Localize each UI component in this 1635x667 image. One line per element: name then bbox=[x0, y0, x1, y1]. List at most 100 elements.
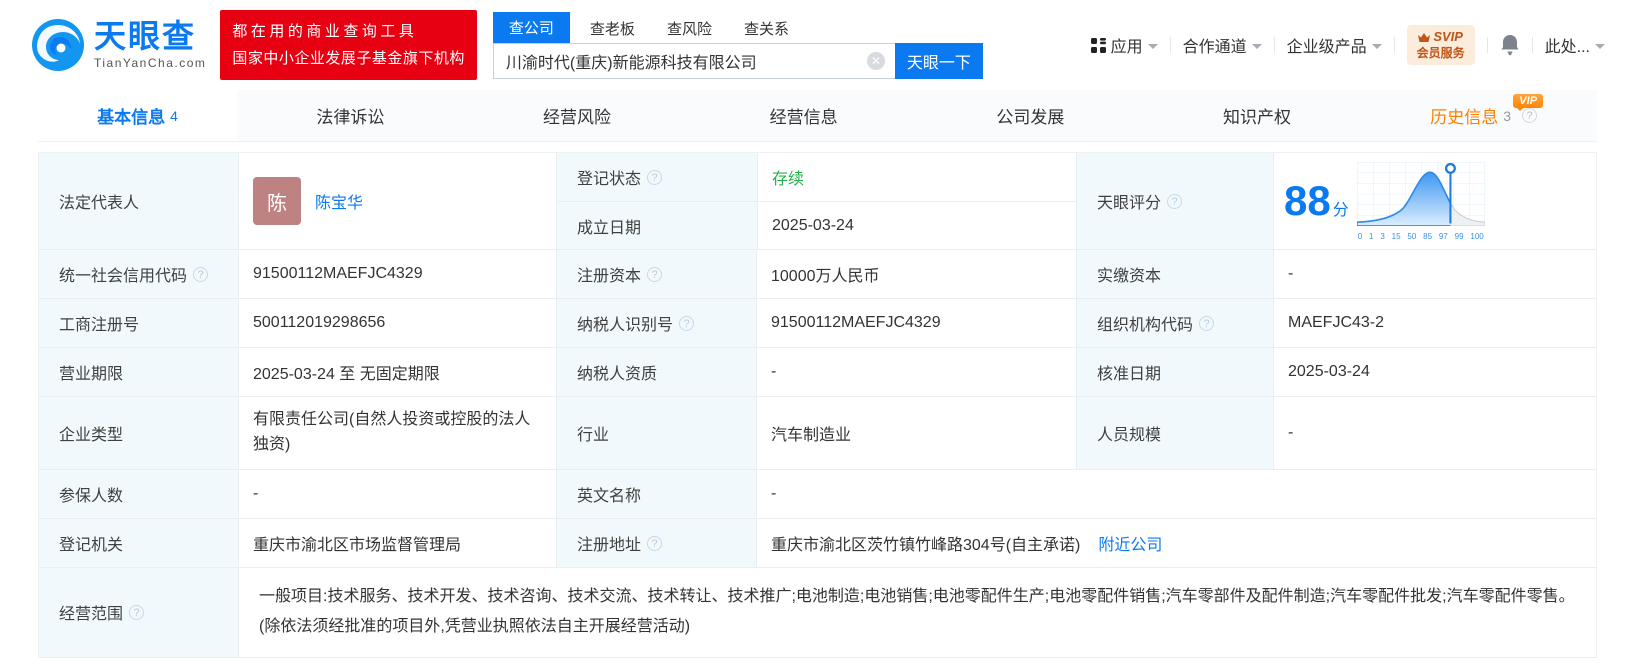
reg-status-value: 存续 bbox=[757, 153, 1076, 201]
basic-info-table: 法定代表人 陈 陈宝华 登记状态 存续 成立日期 2025-03-24 bbox=[38, 152, 1597, 658]
tab-business-info[interactable]: 经营信息 bbox=[690, 90, 917, 141]
avatar[interactable]: 陈 bbox=[253, 177, 301, 225]
field-label-biz-term: 营业期限 bbox=[39, 348, 238, 396]
legal-rep-link[interactable]: 陈宝华 bbox=[315, 189, 363, 213]
tab-company-development[interactable]: 公司发展 bbox=[917, 90, 1144, 141]
table-row: 参保人数 - 英文名称 - bbox=[39, 470, 1596, 519]
status-badge: 存续 bbox=[772, 165, 804, 189]
org-code-value: MAEFJC43-2 bbox=[1273, 299, 1596, 347]
tianyan-score-cell[interactable]: 88分 bbox=[1273, 153, 1596, 249]
search-tab-risk[interactable]: 查风险 bbox=[655, 14, 724, 43]
field-label-taxpayer-id: 纳税人识别号 bbox=[556, 299, 756, 347]
help-icon[interactable] bbox=[647, 536, 662, 551]
tianyancha-eye-icon bbox=[30, 17, 86, 73]
svip-service-label: 会员服务 bbox=[1417, 46, 1465, 61]
nav-partner-label: 合作通道 bbox=[1183, 33, 1247, 57]
tab-history-info[interactable]: 历史信息 3 VIP bbox=[1370, 90, 1597, 141]
industry-value: 汽车制造业 bbox=[756, 397, 1076, 469]
svip-member-badge[interactable]: SVIP 会员服务 bbox=[1407, 25, 1475, 64]
search-input[interactable] bbox=[493, 43, 895, 79]
field-label-reg-status: 登记状态 bbox=[557, 153, 757, 201]
nav-enterprise-label: 企业级产品 bbox=[1287, 33, 1367, 57]
credit-code-value: 91500112MAEFJC4329 bbox=[238, 250, 556, 298]
help-icon[interactable] bbox=[1167, 194, 1182, 209]
tab-operating-risk[interactable]: 经营风险 bbox=[464, 90, 691, 141]
field-label-legal-rep: 法定代表人 bbox=[39, 153, 238, 249]
nav-enterprise-products[interactable]: 企业级产品 bbox=[1287, 33, 1382, 57]
vip-badge: VIP bbox=[1513, 94, 1543, 108]
field-label-company-type: 企业类型 bbox=[39, 397, 238, 469]
help-icon[interactable] bbox=[129, 605, 144, 620]
company-type-value: 有限责任公司(自然人投资或控股的法人独资) bbox=[238, 397, 556, 469]
field-label-reg-address: 注册地址 bbox=[556, 519, 756, 567]
biz-scope-value: 一般项目:技术服务、技术开发、技术咨询、技术交流、技术转让、技术推广;电池制造;… bbox=[238, 568, 1596, 657]
score-value: 88 bbox=[1284, 177, 1331, 224]
field-label-est-date: 成立日期 bbox=[557, 202, 757, 249]
taxpayer-quality-value: - bbox=[756, 348, 1076, 396]
nav-apps-label: 应用 bbox=[1111, 33, 1143, 57]
chevron-down-icon bbox=[1252, 44, 1262, 49]
field-label-english-name: 英文名称 bbox=[556, 470, 756, 518]
help-icon[interactable] bbox=[1199, 316, 1214, 331]
brand-slogan: 都在用的商业查询工具 国家中小企业发展子基金旗下机构 bbox=[220, 10, 477, 80]
divider bbox=[1487, 37, 1488, 53]
user-menu-label: 此处... bbox=[1545, 33, 1590, 57]
table-row: 经营范围 一般项目:技术服务、技术开发、技术咨询、技术交流、技术转让、技术推广;… bbox=[39, 568, 1596, 658]
reg-capital-value: 10000万人民币 bbox=[756, 250, 1076, 298]
help-icon[interactable] bbox=[1522, 108, 1537, 123]
tab-basic-info[interactable]: 基本信息 4 bbox=[38, 90, 237, 141]
brand-name: 天眼查 bbox=[94, 20, 206, 54]
user-menu[interactable]: 此处... bbox=[1545, 33, 1605, 57]
tab-label: 基本信息 bbox=[97, 103, 165, 128]
reg-number-value: 500112019298656 bbox=[238, 299, 556, 347]
nav-apps[interactable]: 应用 bbox=[1091, 33, 1158, 57]
help-icon[interactable] bbox=[647, 267, 662, 282]
field-label-insured-count: 参保人数 bbox=[39, 470, 238, 518]
search-button[interactable]: 天眼一下 bbox=[895, 43, 983, 79]
help-icon[interactable] bbox=[647, 170, 662, 185]
legal-rep-cell: 陈 陈宝华 bbox=[238, 153, 556, 249]
divider bbox=[1170, 37, 1171, 53]
notification-bell-icon[interactable] bbox=[1500, 34, 1520, 56]
taxpayer-id-value: 91500112MAEFJC4329 bbox=[756, 299, 1076, 347]
field-label-biz-scope: 经营范围 bbox=[39, 568, 238, 657]
nav-partner-channel[interactable]: 合作通道 bbox=[1183, 33, 1262, 57]
slogan-line2: 国家中小企业发展子基金旗下机构 bbox=[232, 45, 465, 72]
search-section: 查公司 查老板 查风险 查关系 天眼一下 bbox=[493, 12, 983, 79]
tab-legal-proceedings[interactable]: 法律诉讼 bbox=[237, 90, 464, 141]
field-label-approval-date: 核准日期 bbox=[1076, 348, 1273, 396]
field-label-industry: 行业 bbox=[556, 397, 756, 469]
tab-label: 法律诉讼 bbox=[316, 103, 384, 128]
chevron-down-icon bbox=[1148, 44, 1158, 49]
field-label-paid-capital: 实缴资本 bbox=[1076, 250, 1273, 298]
crown-icon bbox=[1418, 33, 1430, 43]
search-tab-relation[interactable]: 查关系 bbox=[732, 14, 801, 43]
search-tab-company[interactable]: 查公司 bbox=[493, 12, 570, 43]
score-distribution-chart: 0131550859799100 bbox=[1357, 162, 1485, 241]
clear-search-icon[interactable] bbox=[867, 52, 885, 70]
reg-authority-value: 重庆市渝北区市场监督管理局 bbox=[238, 519, 556, 567]
tab-count: 4 bbox=[170, 108, 178, 124]
reg-address-value: 重庆市渝北区茨竹镇竹峰路304号(自主承诺) 附近公司 bbox=[756, 519, 1596, 567]
chevron-down-icon bbox=[1595, 44, 1605, 49]
slogan-line1: 都在用的商业查询工具 bbox=[232, 18, 465, 45]
tab-label: 知识产权 bbox=[1223, 103, 1291, 128]
nearby-companies-link[interactable]: 附近公司 bbox=[1098, 531, 1162, 555]
brand-logo[interactable]: 天眼查 TianYanCha.com bbox=[30, 17, 206, 73]
field-label-reg-authority: 登记机关 bbox=[39, 519, 238, 567]
help-icon[interactable] bbox=[679, 316, 694, 331]
approval-date-value: 2025-03-24 bbox=[1273, 348, 1596, 396]
help-icon[interactable] bbox=[193, 267, 208, 282]
table-row: 工商注册号 500112019298656 纳税人识别号 91500112MAE… bbox=[39, 299, 1596, 348]
table-row: 统一社会信用代码 91500112MAEFJC4329 注册资本 10000万人… bbox=[39, 250, 1596, 299]
field-label-taxpayer-quality: 纳税人资质 bbox=[556, 348, 756, 396]
score-axis-ticks: 0131550859799100 bbox=[1357, 232, 1485, 241]
field-label-staff-size: 人员规模 bbox=[1076, 397, 1273, 469]
field-label-reg-capital: 注册资本 bbox=[556, 250, 756, 298]
table-row: 营业期限 2025-03-24 至 无固定期限 纳税人资质 - 核准日期 202… bbox=[39, 348, 1596, 397]
search-tab-boss[interactable]: 查老板 bbox=[578, 14, 647, 43]
tab-label: 历史信息 bbox=[1430, 103, 1498, 128]
tab-intellectual-property[interactable]: 知识产权 bbox=[1144, 90, 1371, 141]
tab-label: 经营信息 bbox=[770, 103, 838, 128]
biz-term-value: 2025-03-24 至 无固定期限 bbox=[238, 348, 556, 396]
